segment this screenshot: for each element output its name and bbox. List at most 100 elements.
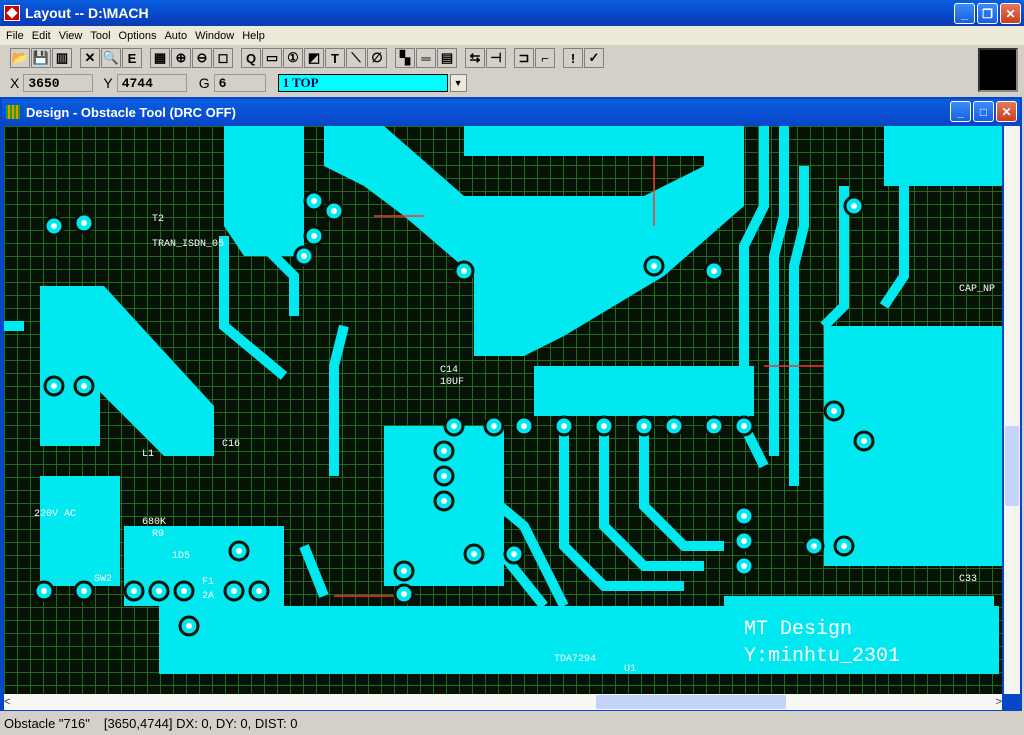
- menu-file[interactable]: File: [4, 30, 30, 42]
- pad-hole: [131, 588, 137, 594]
- status-bar: Obstacle "716" [3650,4744] DX: 0, DY: 0,…: [0, 714, 1024, 735]
- pad-hole: [491, 423, 497, 429]
- pad-hole: [311, 233, 317, 239]
- pad-hole: [81, 588, 87, 594]
- zoom-out-icon[interactable]: ⊖: [192, 48, 212, 68]
- minimize-button[interactable]: _: [954, 3, 975, 24]
- pad-hole: [181, 588, 187, 594]
- component-label: F1: [202, 577, 214, 588]
- menu-edit[interactable]: Edit: [30, 30, 57, 42]
- brand-text: MT Design: [744, 618, 852, 641]
- connection-icon[interactable]: ⟍: [346, 48, 366, 68]
- add-via-icon[interactable]: ⌐: [535, 48, 555, 68]
- zoom-in-icon[interactable]: ⊕: [171, 48, 191, 68]
- vertical-scroll-thumb[interactable]: [1005, 426, 1019, 506]
- design-close-button[interactable]: ✕: [996, 101, 1017, 122]
- horizontal-scrollbar[interactable]: < >: [4, 694, 1002, 710]
- pad-hole: [741, 538, 747, 544]
- scroll-left-icon[interactable]: <: [4, 696, 10, 708]
- component-icon[interactable]: ▭: [262, 48, 282, 68]
- pad-hole: [231, 588, 237, 594]
- pad-hole: [601, 423, 607, 429]
- copper-pour: [224, 126, 304, 256]
- horizontal-scroll-thumb[interactable]: [596, 695, 786, 709]
- menu-view[interactable]: View: [57, 30, 89, 42]
- component-label: 220V AC: [34, 509, 76, 520]
- grid-field: 6: [213, 74, 266, 92]
- menu-window[interactable]: Window: [193, 30, 240, 42]
- reports-icon[interactable]: ▥: [52, 48, 72, 68]
- component-label: 680K: [142, 517, 166, 528]
- color-icon[interactable]: ▚: [395, 48, 415, 68]
- design-window: Design - Obstacle Tool (DRC OFF) _ □ ✕ M…: [0, 97, 1022, 711]
- pad-hole: [861, 438, 867, 444]
- app-titlebar: Layout -- D:\MACH _ ❐ ✕: [0, 0, 1024, 26]
- query-icon[interactable]: Q: [241, 48, 261, 68]
- chevron-down-icon[interactable]: ▼: [449, 74, 467, 92]
- zoom-all-icon[interactable]: ◻: [213, 48, 233, 68]
- pcb-drawing: MASS T2 TRAN_ISDN_05 L1 C16 680KR9 1D5 SW2 F1 2A C…: [4, 126, 1002, 675]
- pad-hole: [256, 588, 262, 594]
- copper-pour: [534, 366, 754, 416]
- online-drc-icon[interactable]: !: [563, 48, 583, 68]
- design-minimize-button[interactable]: _: [950, 101, 971, 122]
- component-label: L1: [142, 449, 154, 460]
- menu-auto[interactable]: Auto: [162, 30, 193, 42]
- close-button[interactable]: ✕: [1000, 3, 1021, 24]
- component-label: CAP_NP: [959, 284, 995, 295]
- grid-icon[interactable]: ▦: [150, 48, 170, 68]
- shove-icon[interactable]: ⊣: [486, 48, 506, 68]
- pad-hole: [156, 588, 162, 594]
- component-label: C14: [440, 365, 458, 376]
- copper-pour: [324, 126, 744, 356]
- app-title: Layout -- D:\MACH: [25, 5, 149, 21]
- open-icon[interactable]: 📂: [10, 48, 30, 68]
- drc-box-icon[interactable]: ═: [416, 48, 436, 68]
- pad-hole: [81, 383, 87, 389]
- pad-hole: [811, 543, 817, 549]
- copper-pour: [884, 126, 1002, 186]
- find-icon[interactable]: 🔍: [101, 48, 121, 68]
- menu-options[interactable]: Options: [117, 30, 163, 42]
- pad-hole: [711, 268, 717, 274]
- copper-pour: [464, 126, 744, 156]
- drc-check-icon[interactable]: ✓: [584, 48, 604, 68]
- menu-bar: File Edit View Tool Options Auto Window Help: [0, 26, 1024, 45]
- design-maximize-button[interactable]: □: [973, 101, 994, 122]
- pad-hole: [51, 383, 57, 389]
- autoroute-icon[interactable]: ⇆: [465, 48, 485, 68]
- error-icon[interactable]: ∅: [367, 48, 387, 68]
- obstacle-icon[interactable]: ◩: [304, 48, 324, 68]
- scroll-right-icon[interactable]: >: [996, 696, 1002, 708]
- pad-hole: [186, 623, 192, 629]
- save-icon[interactable]: 💾: [31, 48, 51, 68]
- restore-button[interactable]: ❐: [977, 3, 998, 24]
- pad-hole: [331, 208, 337, 214]
- text-icon[interactable]: T: [325, 48, 345, 68]
- pad-hole: [851, 203, 857, 209]
- menu-tool[interactable]: Tool: [88, 30, 116, 42]
- pad-hole: [401, 591, 407, 597]
- pcb-canvas[interactable]: MASS T2 TRAN_ISDN_05 L1 C16 680K R9 1D5 SW2 F1 2A C…: [4, 126, 1002, 694]
- layer-select[interactable]: 1 TOP: [277, 74, 448, 92]
- pin-icon[interactable]: ①: [283, 48, 303, 68]
- pad-hole: [301, 253, 307, 259]
- pad-hole: [521, 423, 527, 429]
- edit-segment-icon[interactable]: ⊐: [514, 48, 534, 68]
- pad-hole: [401, 568, 407, 574]
- vertical-scrollbar[interactable]: [1004, 126, 1020, 694]
- pad-hole: [441, 448, 447, 454]
- pad-hole: [441, 498, 447, 504]
- component-label: C16: [222, 439, 240, 450]
- status-coordinates: [3650,4744] DX: 0, DY: 0, DIST: 0: [103, 716, 298, 731]
- menu-help[interactable]: Help: [240, 30, 271, 42]
- delete-icon[interactable]: ✕: [80, 48, 100, 68]
- design-titlebar: Design - Obstacle Tool (DRC OFF) _ □ ✕: [2, 99, 1020, 125]
- x-label: X: [10, 75, 20, 91]
- pad-hole: [841, 543, 847, 549]
- edit-icon[interactable]: E: [122, 48, 142, 68]
- pad-hole: [236, 548, 242, 554]
- spreadsheet-icon[interactable]: ▤: [437, 48, 457, 68]
- pad-hole: [711, 423, 717, 429]
- component-label: 2A: [202, 591, 214, 602]
